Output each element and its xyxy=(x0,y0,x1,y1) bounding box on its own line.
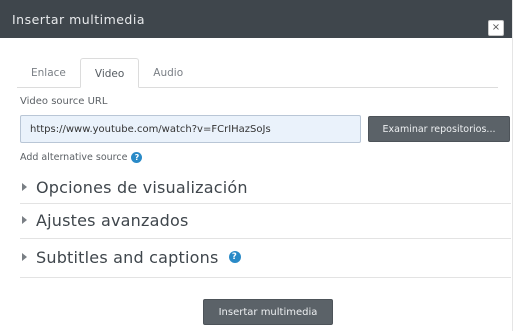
tab-enlace[interactable]: Enlace xyxy=(17,58,80,88)
caret-right-icon xyxy=(22,183,27,191)
dialog-title: Insertar multimedia xyxy=(12,11,146,27)
tab-video[interactable]: Video xyxy=(79,58,140,88)
tab-audio[interactable]: Audio xyxy=(139,58,197,88)
section-display-options[interactable]: Opciones de visualización xyxy=(20,174,511,200)
section-label: Opciones de visualización xyxy=(36,177,248,197)
section-divider xyxy=(20,203,511,204)
section-divider xyxy=(20,277,511,278)
media-tabs: Enlace Video Audio xyxy=(17,58,197,88)
help-icon[interactable]: ? xyxy=(228,251,241,263)
caret-right-icon xyxy=(22,253,27,261)
section-label: Subtitles and captions xyxy=(36,247,219,267)
help-icon[interactable]: ? xyxy=(131,152,143,163)
dialog-titlebar: Insertar multimedia xyxy=(0,0,512,38)
section-label: Ajustes avanzados xyxy=(36,210,189,230)
close-button[interactable]: × xyxy=(488,20,504,36)
alternative-source-label: Add alternative source xyxy=(20,152,128,163)
video-source-label: Video source URL xyxy=(20,96,108,107)
close-icon: × xyxy=(491,22,501,33)
add-alternative-source-link[interactable]: Add alternative source ? xyxy=(20,152,143,163)
browse-repositories-button[interactable]: Examinar repositorios... xyxy=(368,116,510,142)
insert-media-button[interactable]: Insertar multimedia xyxy=(203,299,333,325)
section-divider xyxy=(20,238,511,239)
video-source-url-input[interactable] xyxy=(20,115,361,143)
section-advanced-settings[interactable]: Ajustes avanzados xyxy=(20,207,511,233)
insert-media-dialog: Insertar multimedia × Enlace Video Audio… xyxy=(0,0,513,331)
section-subtitles-captions[interactable]: Subtitles and captions ? xyxy=(20,243,511,271)
caret-right-icon xyxy=(22,216,27,224)
